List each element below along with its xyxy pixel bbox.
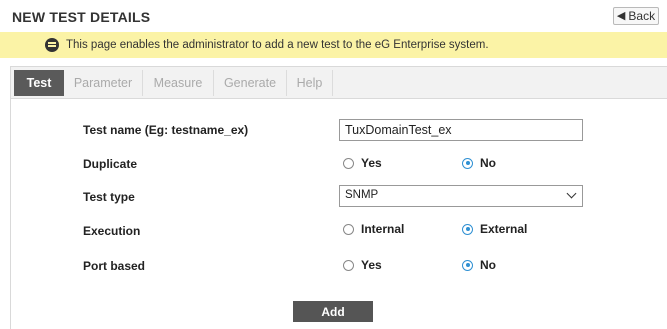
port-based-no-label: No: [480, 258, 496, 272]
back-arrow-icon: ◀: [616, 9, 626, 22]
duplicate-yes-radio[interactable]: [343, 157, 354, 169]
port-based-no-radio[interactable]: [462, 259, 473, 271]
duplicate-yes-label: Yes: [361, 156, 382, 170]
tab-test[interactable]: Test: [14, 70, 64, 96]
execution-internal-label: Internal: [361, 222, 405, 236]
tab-measure[interactable]: Measure: [143, 70, 214, 96]
execution-label: Execution: [83, 224, 141, 238]
port-based-label: Port based: [83, 259, 146, 273]
add-button[interactable]: Add: [293, 301, 373, 322]
test-type-value: SNMP: [345, 189, 379, 201]
execution-external-radio[interactable]: [462, 223, 473, 235]
duplicate-label: Duplicate: [83, 157, 138, 171]
duplicate-yes-option[interactable]: Yes: [343, 156, 382, 170]
port-based-yes-label: Yes: [361, 258, 382, 272]
chevron-down-icon: [566, 188, 577, 199]
page-header: NEW TEST DETAILS ◀ Back: [0, 0, 667, 33]
test-details-panel: Test Parameter Measure Generate Help Tes…: [10, 66, 667, 329]
test-name-input[interactable]: [339, 119, 583, 141]
test-name-label: Test name (Eg: testname_ex): [83, 123, 249, 137]
tab-generate[interactable]: Generate: [214, 70, 287, 96]
duplicate-no-option[interactable]: No: [462, 156, 496, 170]
info-banner: This page enables the administrator to a…: [0, 32, 667, 58]
test-type-select[interactable]: SNMP: [339, 185, 583, 207]
tab-help[interactable]: Help: [287, 70, 333, 96]
duplicate-no-label: No: [480, 156, 496, 170]
page-title: NEW TEST DETAILS: [12, 9, 151, 25]
execution-internal-radio[interactable]: [343, 223, 354, 235]
tab-bar: Test Parameter Measure Generate Help: [11, 67, 667, 99]
execution-external-label: External: [480, 222, 528, 236]
execution-external-option[interactable]: External: [462, 222, 527, 236]
info-message: This page enables the administrator to a…: [66, 39, 489, 51]
port-based-yes-option[interactable]: Yes: [343, 258, 382, 272]
port-based-yes-radio[interactable]: [343, 259, 354, 271]
port-based-no-option[interactable]: No: [462, 258, 496, 272]
speech-bubble-icon: [45, 38, 59, 52]
back-button-label: Back: [628, 9, 656, 23]
test-type-label: Test type: [83, 190, 135, 204]
tab-parameter[interactable]: Parameter: [64, 70, 143, 96]
execution-internal-option[interactable]: Internal: [343, 222, 404, 236]
duplicate-no-radio[interactable]: [462, 157, 473, 169]
back-button[interactable]: ◀ Back: [613, 7, 659, 25]
